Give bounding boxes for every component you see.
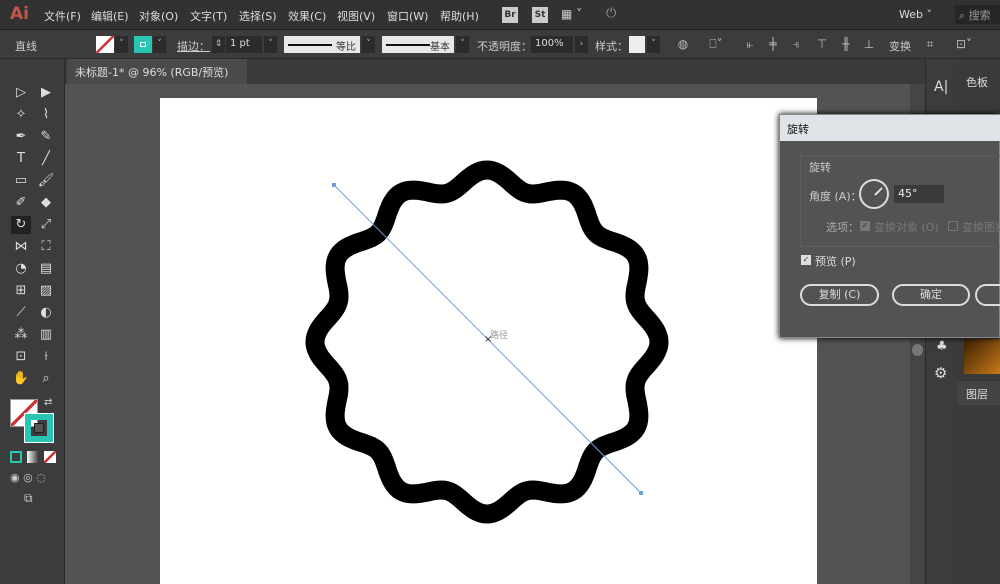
path-smart-guide-label: 路径 [490, 329, 508, 341]
transform-objects-label: 变换对象 (O) [874, 221, 939, 234]
ok-button[interactable]: 确定 [892, 284, 970, 306]
swatch-thumbnail[interactable] [964, 339, 1000, 374]
transform-patterns-label: 变换图案 [962, 221, 1000, 234]
options-label: 选项： [826, 221, 859, 234]
group-title: 旋转 [809, 161, 831, 174]
preview-label: 预览 (P) [815, 255, 856, 268]
settings-panel-icon[interactable]: ⚙ [934, 364, 947, 382]
layers-tab[interactable]: 图层 [958, 381, 1000, 405]
copy-button[interactable]: 复制 (C) [800, 284, 879, 306]
transform-objects-checkbox[interactable]: ✓ [860, 221, 870, 231]
rotate-dialog: 旋转 旋转 角度 (A)： 45° 选项： ✓ 变换对象 (O) 变换图案 ✓ … [779, 114, 1000, 338]
angle-dial[interactable] [859, 179, 889, 209]
angle-input[interactable]: 45° [894, 185, 944, 203]
dialog-title: 旋转 [780, 115, 1000, 141]
character-panel-icon[interactable]: A| [934, 79, 948, 95]
angle-label: 角度 (A)： [809, 190, 862, 203]
cancel-button[interactable] [975, 284, 1000, 306]
anchor-point-start[interactable] [332, 183, 336, 187]
scroll-thumb[interactable] [912, 344, 923, 356]
symbols-panel-icon[interactable]: ♣ [936, 339, 948, 354]
swatches-tab[interactable]: 色板 [966, 74, 988, 90]
transform-patterns-checkbox[interactable] [948, 221, 958, 231]
anchor-point-end[interactable] [639, 491, 643, 495]
preview-checkbox[interactable]: ✓ [801, 255, 811, 265]
